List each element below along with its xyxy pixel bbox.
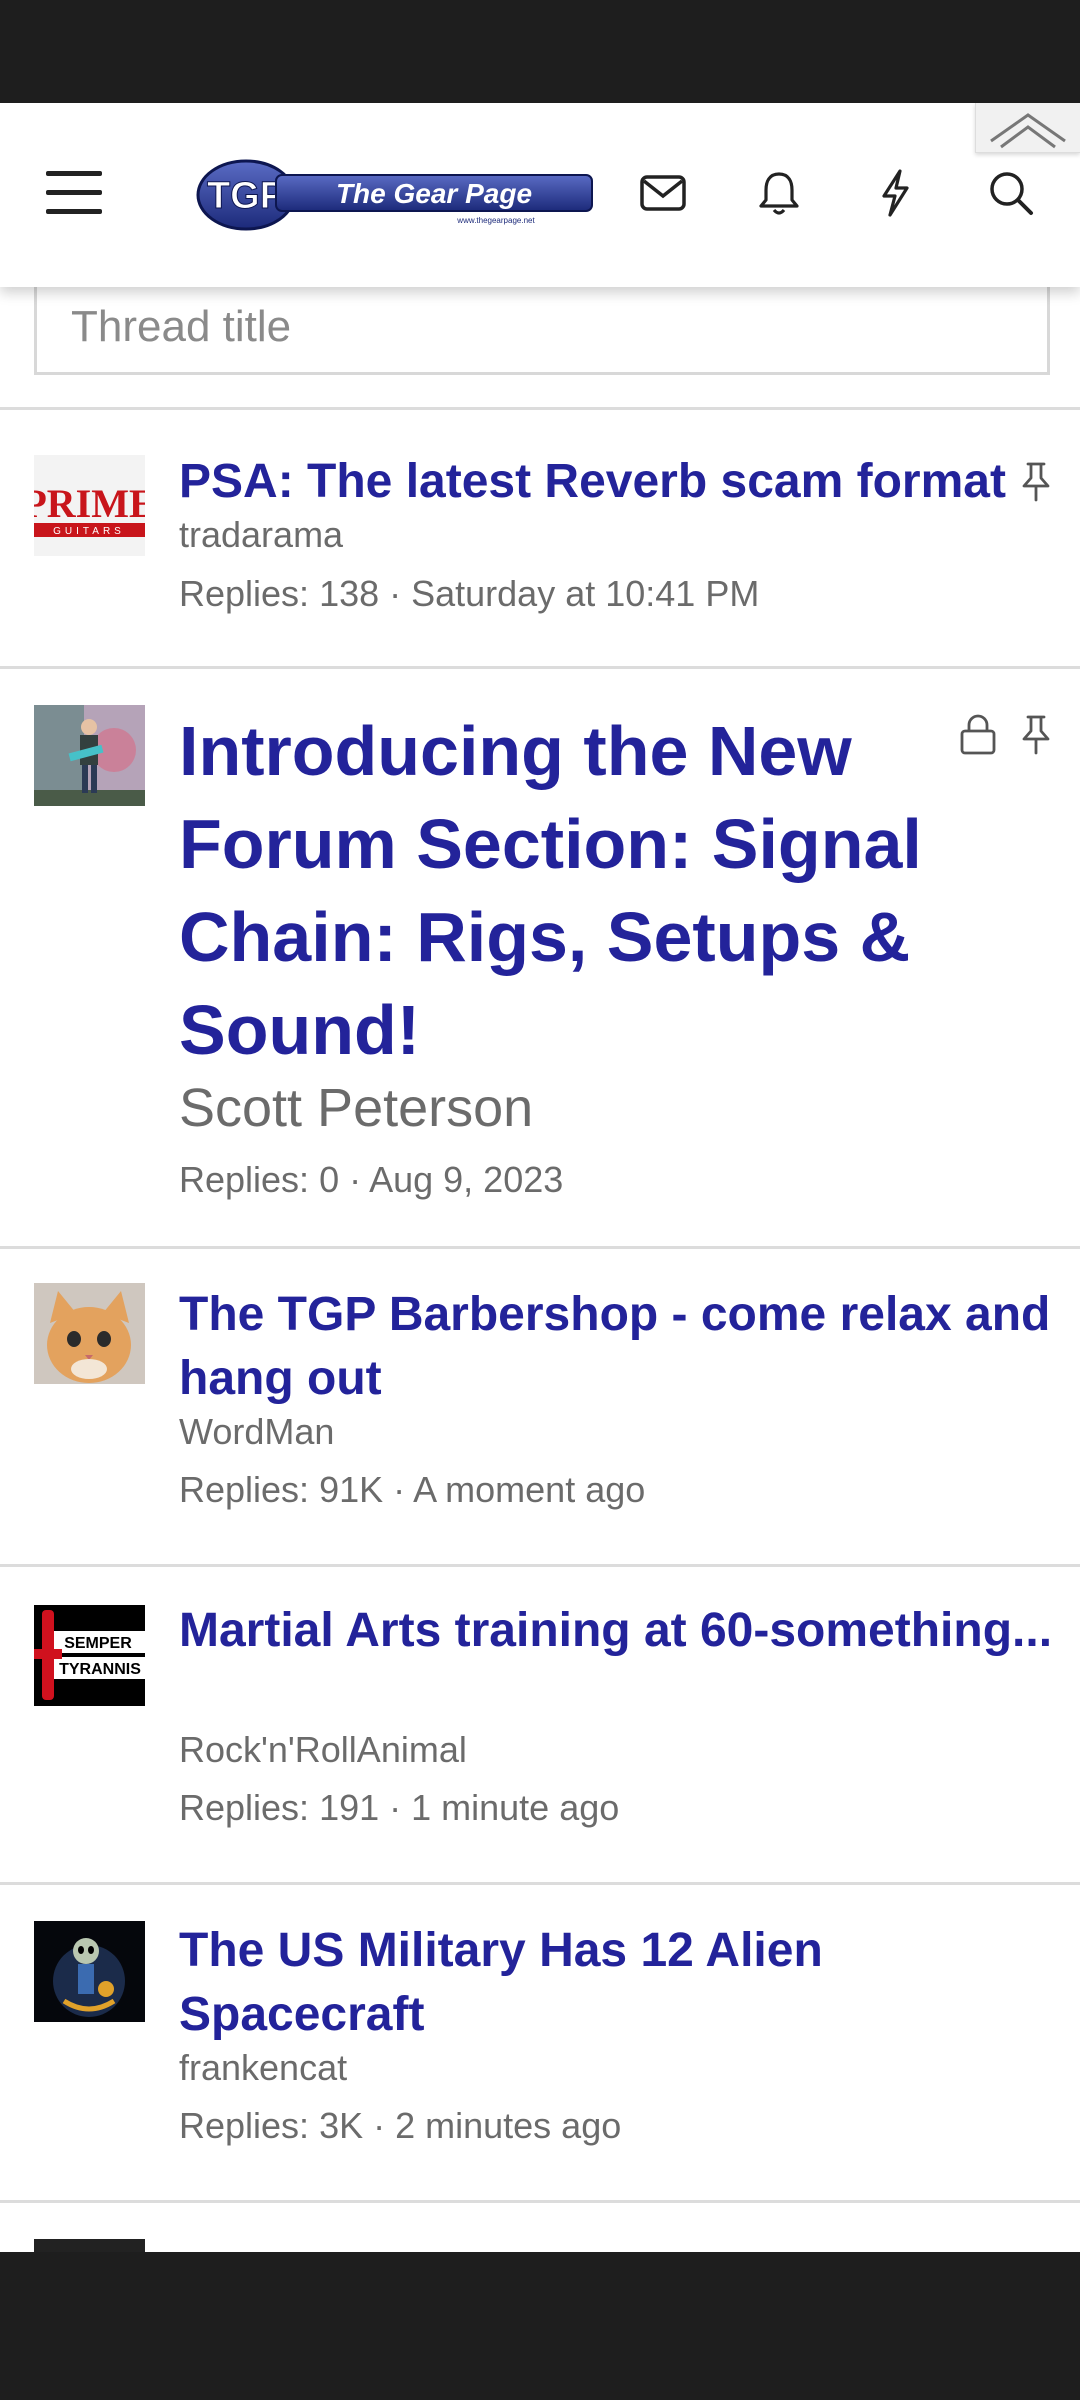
svg-text:GUITARS: GUITARS (53, 526, 125, 537)
thread-title-input[interactable] (71, 297, 1011, 357)
thread-meta: Replies: 0 · Aug 9, 2023 (179, 1159, 564, 1200)
forum-page: TGP The Gear Page www.thegearpage.net Th… (0, 103, 1080, 2252)
thread-meta: Replies: 191 · 1 minute ago (179, 1787, 620, 1828)
pin-icon (1016, 460, 1056, 504)
avatar[interactable]: PRIME GUITARS (34, 455, 145, 556)
search-icon[interactable] (981, 163, 1041, 223)
logo-monogram: TGP (207, 175, 285, 217)
avatar[interactable] (34, 2239, 145, 2252)
navigation-bar (0, 2252, 1080, 2400)
pin-icon (1016, 713, 1056, 757)
avatar[interactable] (34, 1921, 145, 2022)
menu-icon[interactable] (46, 171, 102, 215)
collapse-header-button[interactable] (975, 103, 1080, 153)
logo-wordmark: The Gear Page (336, 178, 532, 209)
logo-url: www.thegearpage.net (456, 216, 535, 225)
thread-item[interactable]: The TGP Barbershop - come relax and hang… (0, 1249, 1080, 1567)
thread-meta: Replies: 138 · Saturday at 10:41 PM (179, 573, 760, 614)
thread-author[interactable]: tradarama (179, 514, 343, 556)
thread-item[interactable]: PRIME GUITARS PSA: The latest Reverb sca… (0, 410, 1080, 669)
svg-text:TYRANNIS: TYRANNIS (59, 1661, 141, 1678)
avatar[interactable]: SEMPER TYRANNIS (34, 1605, 145, 1706)
thread-item[interactable]: The US Military Has 12 Alien Spacecraft … (0, 1885, 1080, 2203)
thread-item[interactable]: SEMPER TYRANNIS Martial Arts training at… (0, 1567, 1080, 1885)
lock-icon (958, 713, 998, 757)
thread-title-link[interactable]: The US Military Has 12 Alien Spacecraft (179, 1919, 1059, 2047)
bell-icon[interactable] (749, 163, 809, 223)
svg-text:PRIME: PRIME (34, 481, 145, 526)
thread-item[interactable] (0, 2203, 1080, 2252)
avatar[interactable] (34, 1283, 145, 1384)
thread-author[interactable]: Rock'n'RollAnimal (179, 1729, 467, 1771)
thread-title-link[interactable]: PSA: The latest Reverb scam format (179, 450, 1009, 514)
thread-title-link[interactable]: Introducing the New Forum Section: Signa… (179, 705, 959, 1077)
avatar[interactable] (34, 705, 145, 806)
svg-text:SEMPER: SEMPER (64, 1635, 132, 1652)
bolt-icon[interactable] (865, 163, 925, 223)
thread-title-link[interactable]: The TGP Barbershop - come relax and hang… (179, 1283, 1059, 1411)
thread-meta: Replies: 3K · 2 minutes ago (179, 2105, 622, 2146)
thread-author[interactable]: frankencat (179, 2047, 347, 2089)
thread-item[interactable]: Introducing the New Forum Section: Signa… (0, 669, 1080, 1249)
thread-meta: Replies: 91K · A moment ago (179, 1469, 646, 1510)
thread-title-link[interactable]: Martial Arts training at 60-something... (179, 1599, 1059, 1663)
thread-author[interactable]: Scott Peterson (179, 1077, 533, 1139)
status-bar (0, 0, 1080, 103)
thread-author[interactable]: WordMan (179, 1411, 334, 1453)
mail-icon[interactable] (633, 163, 693, 223)
site-header: TGP The Gear Page www.thegearpage.net (0, 103, 1080, 287)
site-logo[interactable]: TGP The Gear Page www.thegearpage.net (196, 159, 596, 231)
